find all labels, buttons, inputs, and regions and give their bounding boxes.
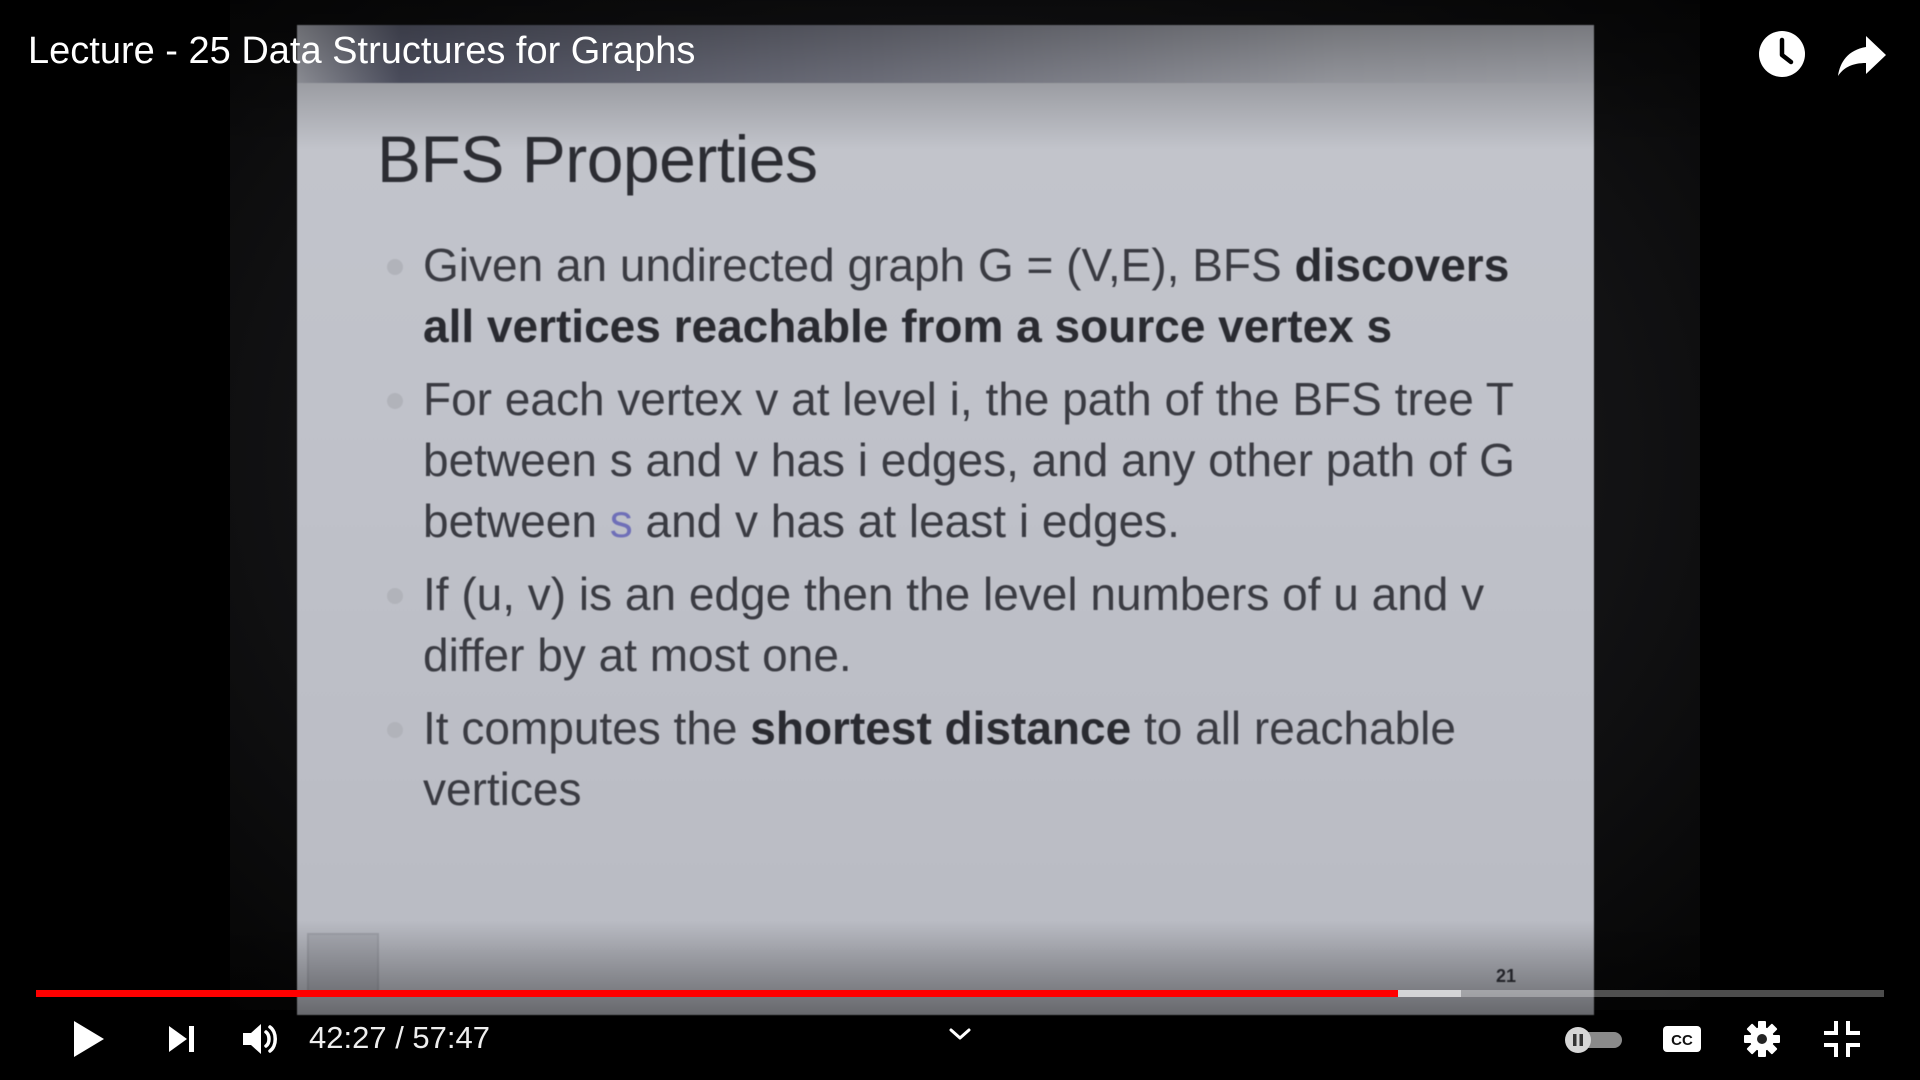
captions-button[interactable]: CC <box>1658 1014 1706 1064</box>
slide-bullet: Given an undirected graph G = (V,E), BFS… <box>377 235 1557 357</box>
exit-fullscreen-button[interactable] <box>1818 1014 1866 1064</box>
bullet-text: and v has at least i edges. <box>632 495 1180 547</box>
autoplay-toggle[interactable] <box>1562 1014 1626 1064</box>
slide-bullet: It computes the shortest distance to all… <box>377 698 1557 820</box>
chapters-toggle[interactable] <box>940 1020 980 1050</box>
chevron-down-icon <box>949 1028 971 1040</box>
duration: 57:47 <box>412 1020 490 1055</box>
bullet-bold-text: shortest distance <box>750 702 1132 754</box>
next-button[interactable] <box>156 1014 206 1064</box>
top-gradient <box>0 0 1920 150</box>
settings-button[interactable] <box>1738 1014 1786 1064</box>
autoplay-toggle-icon <box>1565 1027 1622 1053</box>
video-player[interactable]: BFS Properties Given an undirected graph… <box>0 0 1920 1080</box>
progress-played <box>36 990 1398 997</box>
clock-icon[interactable] <box>1754 26 1810 82</box>
current-time: 42:27 <box>309 1020 387 1055</box>
progress-bar[interactable] <box>36 990 1884 997</box>
gear-icon <box>1744 1021 1780 1057</box>
exit-fullscreen-icon <box>1824 1021 1860 1057</box>
bullet-text: s <box>609 495 633 547</box>
lecture-slide: BFS Properties Given an undirected graph… <box>297 25 1594 1015</box>
volume-icon <box>243 1024 277 1054</box>
slide-bullet-list: Given an undirected graph G = (V,E), BFS… <box>377 235 1557 832</box>
bullet-text: If (u, v) is an edge then the level numb… <box>423 568 1485 681</box>
bullet-text: It computes the <box>423 702 751 754</box>
cc-icon: CC <box>1663 1026 1701 1052</box>
mute-button[interactable] <box>234 1014 288 1064</box>
bullet-text: Given an undirected graph G = (V,E), BFS <box>423 239 1295 291</box>
bottom-gradient <box>0 920 1920 1080</box>
share-icon[interactable] <box>1834 26 1890 82</box>
svg-text:CC: CC <box>1671 1032 1693 1049</box>
slide-bullet: If (u, v) is an edge then the level numb… <box>377 564 1557 686</box>
time-display: 42:27 / 57:47 <box>309 1020 490 1056</box>
play-button[interactable] <box>62 1014 114 1064</box>
play-icon <box>74 1021 104 1057</box>
next-icon <box>169 1026 194 1052</box>
slide-bullet: For each vertex v at level i, the path o… <box>377 369 1557 552</box>
video-title[interactable]: Lecture - 25 Data Structures for Graphs <box>28 30 695 73</box>
time-separator: / <box>386 1020 413 1055</box>
